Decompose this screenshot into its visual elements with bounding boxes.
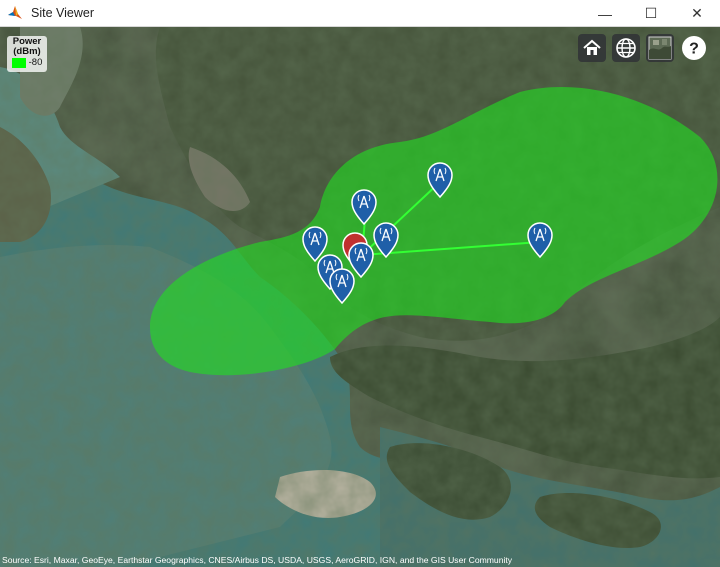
matlab-logo-icon <box>7 5 23 21</box>
window-title: Site Viewer <box>31 6 94 20</box>
close-button[interactable]: ✕ <box>674 0 720 27</box>
legend-color-swatch <box>11 58 26 68</box>
title-bar: Site Viewer — ☐ ✕ <box>0 0 720 27</box>
map-viewport[interactable]: Power (dBm) -80 ? Source: Esri, Maxar, G… <box>0 27 720 567</box>
help-icon: ? <box>682 36 706 60</box>
home-icon <box>583 39 601 55</box>
satellite-map[interactable] <box>0 27 720 567</box>
basemap-thumbnail-icon <box>648 36 672 60</box>
map-toolbar: ? <box>572 34 708 62</box>
help-button[interactable]: ? <box>680 34 708 62</box>
help-label: ? <box>689 41 699 58</box>
home-button[interactable] <box>578 34 606 62</box>
legend-title-unit: (dBm) <box>13 46 41 57</box>
maximize-button[interactable]: ☐ <box>628 0 674 27</box>
basemap-globe-button[interactable] <box>612 34 640 62</box>
legend-value: -80 <box>28 57 43 68</box>
imagery-picker-button[interactable] <box>646 34 674 62</box>
globe-icon <box>616 38 636 58</box>
legend-entry: -80 <box>7 58 47 68</box>
power-legend: Power (dBm) -80 <box>7 36 47 72</box>
minimize-button[interactable]: — <box>582 0 628 27</box>
map-attribution: Source: Esri, Maxar, GeoEye, Earthstar G… <box>2 555 513 565</box>
